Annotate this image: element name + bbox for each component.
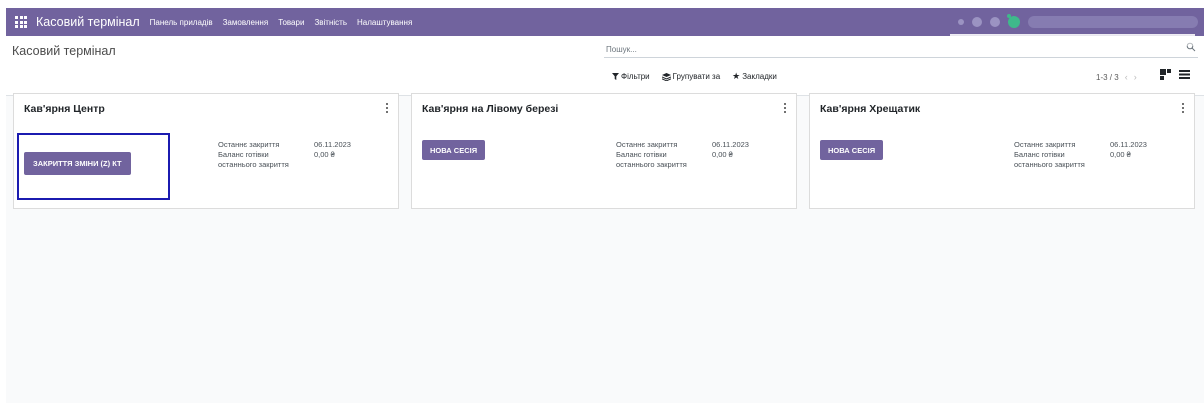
chevron-left-icon[interactable]: ‹ — [1125, 72, 1128, 82]
user-menu[interactable] — [1028, 16, 1198, 28]
cash-balance-label: Баланс готівки останнього закриття — [616, 150, 687, 170]
top-navbar: Касовий термінал Панель приладів Замовле… — [6, 8, 1204, 36]
cash-balance-label: Баланс готівки останнього закриття — [1014, 150, 1085, 170]
close-session-button[interactable]: ЗАКРИТТЯ ЗМІНИ (Z) КТ — [24, 152, 131, 175]
info-values: 06.11.2023 0,00 ₴ — [1110, 140, 1147, 160]
cash-balance-value: 0,00 ₴ — [712, 150, 733, 160]
menu-products[interactable]: Товари — [278, 18, 304, 27]
kanban-view-icon[interactable] — [1160, 69, 1171, 80]
last-closing-value: 06.11.2023 — [314, 140, 351, 149]
layers-icon — [661, 72, 671, 81]
systray-icon[interactable] — [958, 19, 964, 25]
systray — [958, 12, 1198, 32]
pos-card: Кав'ярня Хрещатик НОВА СЕСІЯ Останнє зак… — [809, 93, 1195, 209]
pager: 1-3 / 3 ‹ › — [1096, 72, 1137, 82]
last-closing-label: Останнє закриття — [218, 140, 280, 149]
chat-icon[interactable] — [972, 17, 982, 27]
cash-balance-value: 0,00 ₴ — [1110, 150, 1131, 160]
new-session-button[interactable]: НОВА СЕСІЯ — [422, 140, 486, 160]
last-closing-value: 06.11.2023 — [712, 140, 749, 149]
menu-dashboard[interactable]: Панель приладів — [150, 18, 213, 27]
pager-value[interactable]: 1-3 / 3 — [1096, 73, 1119, 82]
last-closing-label: Останнє закриття — [1014, 140, 1076, 149]
card-title: Кав'ярня на Лівому березі — [422, 103, 559, 115]
filters-toggle[interactable]: Фільтри — [612, 72, 650, 81]
kebab-menu-icon[interactable] — [384, 102, 390, 114]
new-session-button[interactable]: НОВА СЕСІЯ — [820, 140, 884, 160]
group-by-toggle[interactable]: Групувати за — [661, 72, 721, 81]
search-options: Фільтри Групувати за ★ Закладки — [612, 71, 789, 82]
list-view-icon[interactable] — [1179, 69, 1190, 80]
group-by-label: Групувати за — [672, 72, 721, 81]
pos-card: Кав'ярня на Лівому березі НОВА СЕСІЯ Ост… — [411, 93, 797, 209]
cash-balance-value: 0,00 ₴ — [314, 150, 335, 160]
info-values: 06.11.2023 0,00 ₴ — [314, 140, 351, 160]
star-icon: ★ — [732, 71, 741, 81]
card-title: Кав'ярня Хрещатик — [820, 103, 921, 115]
favorites-label: Закладки — [742, 72, 777, 81]
menu-reporting[interactable]: Звітність — [314, 18, 347, 27]
activity-icon[interactable] — [990, 17, 1000, 27]
chevron-right-icon[interactable]: › — [1134, 72, 1137, 82]
page-title: Касовий термінал — [12, 44, 116, 58]
info-labels: Останнє закриття Баланс готівки останньо… — [616, 140, 696, 171]
last-closing-label: Останнє закриття — [616, 140, 678, 149]
menu-configuration[interactable]: Налаштування — [357, 18, 412, 27]
cash-balance-label: Баланс готівки останнього закриття — [218, 150, 289, 170]
pos-card: Кав'ярня Центр ЗАКРИТТЯ ЗМІНИ (Z) КТ Ост… — [13, 93, 399, 209]
menu-orders[interactable]: Замовлення — [223, 18, 269, 27]
notification-badge — [1007, 14, 1011, 18]
filter-icon — [612, 73, 619, 80]
info-labels: Останнє закриття Баланс готівки останньо… — [218, 140, 298, 171]
last-closing-value: 06.11.2023 — [1110, 140, 1147, 149]
filters-label: Фільтри — [621, 72, 650, 81]
apps-grid-icon[interactable] — [15, 16, 27, 28]
info-labels: Останнє закриття Баланс готівки останньо… — [1014, 140, 1094, 171]
info-values: 06.11.2023 0,00 ₴ — [712, 140, 749, 160]
favorites-toggle[interactable]: ★ Закладки — [732, 71, 777, 82]
blurred-area — [950, 34, 1195, 46]
app-brand[interactable]: Касовий термінал — [36, 15, 140, 29]
card-title: Кав'ярня Центр — [24, 103, 105, 115]
kebab-menu-icon[interactable] — [1180, 102, 1186, 114]
kebab-menu-icon[interactable] — [782, 102, 788, 114]
